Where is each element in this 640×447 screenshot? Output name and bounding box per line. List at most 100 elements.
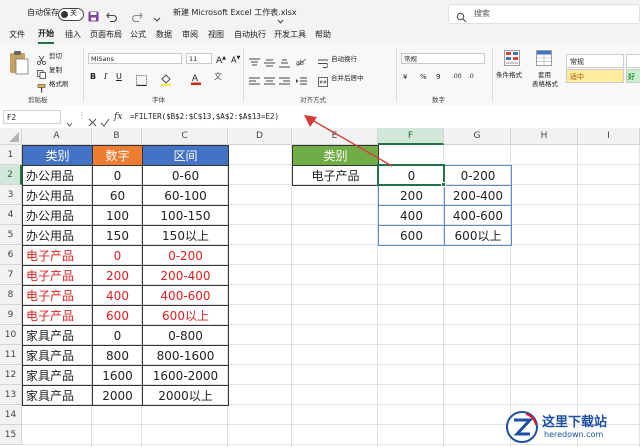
tab-file[interactable]: 文件 [9,26,25,44]
paste-icon[interactable] [8,50,30,80]
italic-icon[interactable]: I [104,72,107,82]
fill-color-icon[interactable] [160,71,172,90]
tab-data[interactable]: 数据 [156,26,172,44]
table-header-cell[interactable]: 数字 [92,145,143,166]
style-good[interactable]: 好 [626,69,640,83]
table-cell-range[interactable]: 150以上 [142,225,229,246]
table-cell-range[interactable]: 200-400 [142,265,229,286]
table-cell-range[interactable]: 60-100 [142,185,229,206]
formula-input[interactable]: =FILTER($B$2:$C$13,$A$2:$A$13=E2) [130,110,279,124]
row-header-7[interactable]: 7 [0,265,22,285]
conditional-format-icon[interactable] [504,50,520,70]
tab-insert[interactable]: 插入 [65,26,81,44]
orientation-icon[interactable]: ab [296,52,307,71]
tab-page-layout[interactable]: 页面布局 [90,26,122,44]
bold-icon[interactable]: B [90,72,96,82]
row-header-9[interactable]: 9 [0,305,22,325]
tab-home[interactable]: 开始 [38,26,54,44]
column-header-h[interactable]: H [511,128,578,145]
tab-automate[interactable]: 自动执行 [234,26,266,44]
column-header-c[interactable]: C [142,128,228,145]
row-header-10[interactable]: 10 [0,325,22,345]
table-cell-number[interactable]: 200 [92,265,143,286]
table-cell-range[interactable]: 0-200 [142,245,229,266]
format-painter-label[interactable]: 格式刷 [49,78,69,88]
table-cell-range[interactable]: 2000以上 [142,385,229,406]
style-more[interactable] [626,54,640,68]
cut-label[interactable]: 剪切 [49,50,62,60]
decrease-font-icon[interactable]: A▼ [231,53,240,66]
result-cell-range[interactable]: 400-600 [444,205,512,226]
search-box[interactable]: 搜索 [448,4,640,24]
underline-icon[interactable]: U [116,72,122,82]
conditional-format-label[interactable]: 条件格式 [496,69,522,79]
row-header-14[interactable]: 14 [0,405,22,425]
percent-icon[interactable]: % [420,72,427,82]
row-header-8[interactable]: 8 [0,285,22,305]
row-header-5[interactable]: 5 [0,225,22,245]
column-header-a[interactable]: A [22,128,92,145]
insert-function-icon[interactable]: fx [114,110,122,124]
result-cell-number[interactable]: 400 [378,205,445,226]
column-header-d[interactable]: D [228,128,292,145]
table-cell-category[interactable]: 办公用品 [22,185,93,206]
align-center-icon[interactable] [264,72,275,91]
tab-view[interactable]: 视图 [208,26,224,44]
row-header-15[interactable]: 15 [0,425,22,445]
table-cell-category[interactable]: 家具产品 [22,365,93,386]
table-cell-range[interactable]: 800-1600 [142,345,229,366]
column-header-g[interactable]: G [444,128,511,145]
undo-icon[interactable] [106,7,118,26]
table-cell-category[interactable]: 办公用品 [22,165,93,186]
align-right-icon[interactable] [279,72,290,91]
select-all-corner[interactable] [0,128,22,145]
comma-style-icon[interactable]: 9 [436,72,440,82]
align-bottom-icon[interactable] [279,53,290,72]
tab-formulas[interactable]: 公式 [130,26,146,44]
style-neutral[interactable]: 适中 [566,69,624,83]
align-top-icon[interactable] [249,53,260,72]
table-cell-category[interactable]: 电子产品 [22,245,93,266]
row-header-3[interactable]: 3 [0,185,22,205]
borders-icon[interactable] [136,71,147,90]
tab-help[interactable]: 帮助 [315,26,331,44]
row-header-2[interactable]: 2 [0,165,22,185]
table-cell-number[interactable]: 150 [92,225,143,246]
table-cell-number[interactable]: 0 [92,165,143,186]
table-cell-category[interactable]: 电子产品 [22,265,93,286]
table-cell-category[interactable]: 家具产品 [22,325,93,346]
column-header-i[interactable]: I [578,128,640,145]
font-size-select[interactable]: 11 [186,53,212,64]
indent-icon[interactable] [296,72,307,91]
align-left-icon[interactable] [249,72,260,91]
table-cell-number[interactable]: 0 [92,325,143,346]
table-cell-number[interactable]: 1600 [92,365,143,386]
phonetic-icon[interactable]: 文 [214,72,222,82]
table-cell-category[interactable]: 办公用品 [22,205,93,226]
table-cell-number[interactable]: 60 [92,185,143,206]
merge-center-icon[interactable] [318,72,328,91]
currency-icon[interactable]: ¥ [403,72,407,82]
table-header-cell[interactable]: 类别 [22,145,93,166]
table-cell-category[interactable]: 家具产品 [22,345,93,366]
row-header-11[interactable]: 11 [0,345,22,365]
wrap-text-label[interactable]: 自动换行 [331,53,357,63]
increase-font-icon[interactable]: A▲ [216,53,226,66]
name-box[interactable]: F2 [3,110,61,124]
result-cell-range[interactable]: 200-400 [444,185,512,206]
tab-developer[interactable]: 开发工具 [274,26,306,44]
result-cell-range[interactable]: 600以上 [444,225,512,246]
format-table-icon[interactable] [536,50,552,70]
table-cell-number[interactable]: 600 [92,305,143,326]
font-color-icon[interactable]: A [190,70,202,89]
table-cell-number[interactable]: 0 [92,245,143,266]
save-icon[interactable] [88,7,99,26]
font-name-select[interactable]: MiSans [88,53,182,64]
table-cell-number[interactable]: 100 [92,205,143,226]
table-cell-category[interactable]: 电子产品 [22,285,93,306]
table-cell-range[interactable]: 100-150 [142,205,229,226]
number-format-select[interactable]: 常规 [401,53,485,64]
result-cell-range[interactable]: 0-200 [444,165,512,186]
tab-review[interactable]: 审阅 [182,26,198,44]
table-cell-range[interactable]: 1600-2000 [142,365,229,386]
